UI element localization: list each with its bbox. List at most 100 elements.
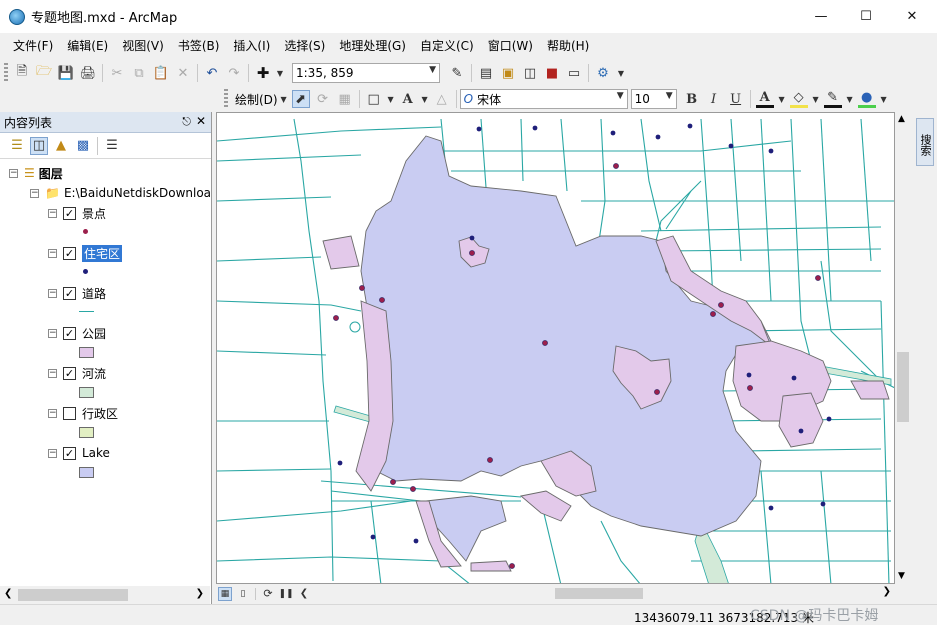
collapse-icon[interactable]: − (48, 408, 57, 418)
dropdown-arrow-icon[interactable]: ▼ (778, 90, 786, 108)
scroll-thumb[interactable] (18, 589, 128, 601)
collapse-icon[interactable]: − (48, 288, 57, 298)
collapse-icon[interactable]: − (48, 328, 57, 338)
toolbar-options-icon[interactable]: ▼ (616, 64, 626, 82)
dropdown-arrow-icon[interactable]: ▼ (812, 90, 820, 108)
text-icon[interactable]: A (399, 90, 417, 108)
editor-toolbar-icon[interactable]: ✎ (448, 64, 466, 82)
list-by-source-icon[interactable]: ◫ (30, 136, 48, 155)
line-color-icon[interactable]: ✎ (823, 90, 842, 108)
catalog-icon[interactable]: ▣ (499, 64, 517, 82)
font-size-combo[interactable]: 10 ▼ (630, 89, 677, 109)
point-symbol[interactable] (83, 269, 88, 274)
pin-icon[interactable]: ⎋ (182, 115, 191, 129)
toolbar-grip[interactable] (224, 89, 228, 109)
menu-customize[interactable]: 自定义(C) (415, 35, 479, 57)
scroll-right-icon[interactable]: ❯ (883, 586, 891, 597)
search-side-tab[interactable]: 搜索 (916, 118, 934, 166)
map-canvas[interactable] (217, 113, 895, 584)
close-icon[interactable]: ✕ (196, 114, 206, 128)
add-data-icon[interactable]: ✚ (254, 64, 272, 82)
layer-visibility-checkbox[interactable]: ✓ (63, 286, 76, 300)
collapse-icon[interactable]: − (48, 208, 57, 218)
menu-file[interactable]: 文件(F) (8, 35, 58, 57)
bold-button[interactable]: B (683, 90, 701, 108)
copy-icon[interactable]: ⧉ (130, 64, 148, 82)
cut-icon[interactable]: ✂ (108, 64, 126, 82)
layout-view-icon[interactable]: ▯ (236, 587, 250, 601)
delete-icon[interactable]: ✕ (174, 64, 192, 82)
scroll-thumb[interactable] (555, 588, 643, 599)
fill-symbol[interactable] (79, 387, 94, 398)
fill-symbol[interactable] (79, 347, 94, 358)
collapse-icon[interactable]: − (48, 248, 57, 258)
layer-row-residential[interactable]: − ✓ 住宅区 (48, 244, 123, 262)
dropdown-arrow-icon[interactable]: ▼ (421, 90, 429, 108)
layer-visibility-checkbox[interactable]: ✓ (63, 446, 76, 460)
collapse-icon[interactable]: − (48, 448, 57, 458)
refresh-icon[interactable]: ⟳ (261, 587, 275, 601)
layer-row-roads[interactable]: − ✓ 道路 (48, 284, 106, 302)
map-display[interactable] (216, 112, 895, 584)
menu-bookmarks[interactable]: 书签(B) (173, 35, 225, 57)
list-by-selection-icon[interactable]: ▩ (74, 137, 92, 155)
underline-button[interactable]: U (727, 90, 745, 108)
layer-visibility-checkbox[interactable]: ✓ (63, 246, 76, 260)
zoom-to-elements-icon[interactable]: ▦ (336, 90, 354, 108)
open-folder-icon[interactable]: 🗁 (35, 64, 53, 82)
rectangle-icon[interactable]: □ (365, 90, 383, 108)
dropdown-arrow-icon[interactable]: ▼ (846, 90, 854, 108)
menu-help[interactable]: 帮助(H) (542, 35, 594, 57)
list-by-visibility-icon[interactable]: ▲ (52, 137, 70, 155)
scroll-right-icon[interactable]: ❯ (196, 588, 204, 599)
collapse-icon[interactable]: − (30, 188, 39, 198)
layer-row-districts[interactable]: − 行政区 (48, 404, 118, 422)
paste-icon[interactable]: 📋 (152, 64, 170, 82)
save-icon[interactable]: 💾 (57, 64, 75, 82)
arctoolbox-icon[interactable]: ■ (543, 64, 561, 82)
scroll-left-icon[interactable]: ❮ (4, 588, 12, 599)
close-button[interactable]: ✕ (889, 0, 935, 32)
marker-color-icon[interactable]: ● (857, 90, 876, 108)
menu-geoprocessing[interactable]: 地理处理(G) (334, 35, 411, 57)
layer-visibility-checkbox[interactable] (63, 406, 76, 420)
toolbar-grip[interactable] (4, 63, 8, 83)
model-builder-icon[interactable]: ⚙ (594, 64, 612, 82)
point-symbol[interactable] (83, 229, 88, 234)
map-vertical-scrollbar[interactable]: ▲ ▼ (895, 112, 911, 584)
scroll-down-icon[interactable]: ▼ (898, 571, 905, 581)
menu-insert[interactable]: 插入(I) (228, 35, 275, 57)
map-scale-combo[interactable]: 1:35, 859 ▼ (292, 63, 440, 83)
dropdown-arrow-icon[interactable]: ▼ (276, 64, 284, 82)
layer-row-lake[interactable]: − ✓ Lake (48, 444, 110, 462)
print-icon[interactable]: 🖨 (79, 64, 97, 82)
layer-row-parks[interactable]: − ✓ 公园 (48, 324, 106, 342)
new-document-icon[interactable]: 🗎 (13, 64, 31, 82)
layer-row-scenic[interactable]: − ✓ 景点 (48, 204, 106, 222)
table-of-contents-icon[interactable]: ▤ (477, 64, 495, 82)
font-name-combo[interactable]: O 宋体 ▼ (459, 89, 628, 109)
map-horizontal-scrollbar[interactable]: ❯ (309, 585, 895, 602)
python-window-icon[interactable]: ▭ (565, 64, 583, 82)
list-by-drawing-order-icon[interactable]: ☰ (8, 137, 26, 155)
fill-symbol[interactable] (79, 427, 94, 438)
layer-visibility-checkbox[interactable]: ✓ (63, 366, 76, 380)
fill-color-icon[interactable]: ◇ (789, 90, 808, 108)
fill-symbol[interactable] (79, 467, 94, 478)
collapse-icon[interactable]: − (48, 368, 57, 378)
select-elements-icon[interactable]: ⬈ (291, 90, 310, 108)
rotate-icon[interactable]: ⟳ (314, 90, 332, 108)
pause-drawing-icon[interactable]: ❚❚ (278, 587, 293, 601)
maximize-button[interactable]: ☐ (843, 0, 889, 32)
scroll-thumb[interactable] (897, 352, 909, 422)
font-color-button[interactable]: A (755, 90, 774, 108)
collapse-icon[interactable]: − (9, 168, 18, 178)
menu-view[interactable]: 视图(V) (117, 35, 169, 57)
layer-row-rivers[interactable]: − ✓ 河流 (48, 364, 106, 382)
tree-root-row[interactable]: − ☰ 图层 (9, 164, 63, 182)
layer-visibility-checkbox[interactable]: ✓ (63, 206, 76, 220)
data-view-icon[interactable]: ▦ (218, 586, 232, 601)
line-symbol[interactable] (79, 311, 94, 312)
dropdown-arrow-icon[interactable]: ▼ (387, 90, 395, 108)
undo-icon[interactable]: ↶ (203, 64, 221, 82)
